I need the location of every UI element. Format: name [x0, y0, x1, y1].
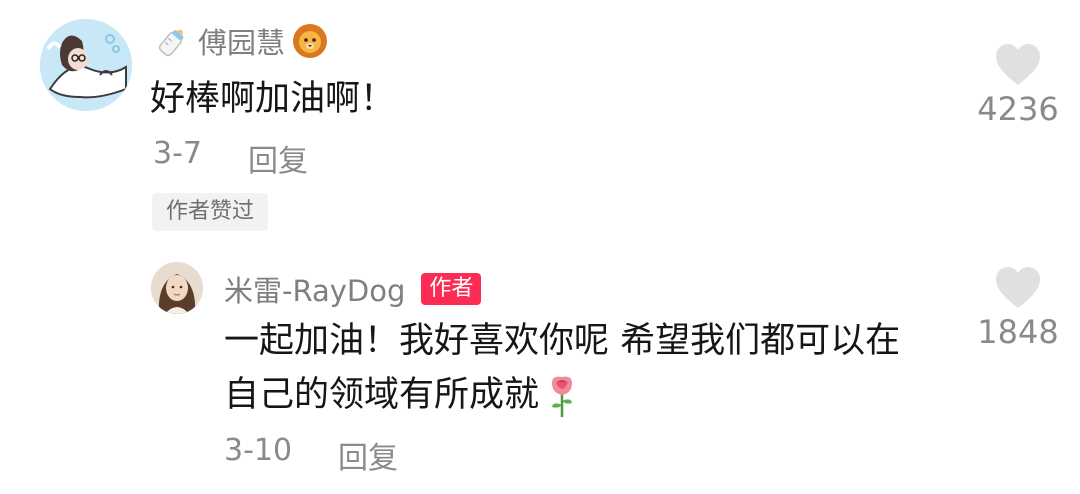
reply-button[interactable]: 回复: [248, 136, 308, 180]
comment-date: 3-10: [224, 433, 293, 468]
comment-author-name[interactable]: 米雷-RayDog 作者: [224, 268, 482, 310]
comment-author-name[interactable]: 傅园慧: [154, 21, 329, 61]
avatar[interactable]: [151, 262, 203, 314]
like-count: 1848: [977, 313, 1059, 351]
avatar[interactable]: [40, 19, 132, 111]
comment-text-line: 一起加油！我好喜欢你呢 希望我们都可以在: [224, 321, 901, 361]
username-text: 米雷-RayDog: [224, 274, 406, 308]
like-count: 4236: [977, 90, 1059, 128]
author-liked-badge: 作者赞过: [152, 193, 269, 231]
comment-date: 3-7: [153, 136, 202, 171]
author-badge: 作者: [421, 273, 482, 305]
reply-button[interactable]: 回复: [338, 433, 398, 477]
baby-bottle-icon: [158, 29, 184, 57]
heart-icon[interactable]: [994, 43, 1042, 87]
avatar-photo: [151, 262, 203, 314]
comment-text: 好棒啊加油啊！: [150, 79, 396, 119]
comment-text-segment: 自己的领域有所成就: [224, 375, 540, 415]
username-text: 傅园慧: [198, 26, 286, 60]
lion-face-icon: [293, 24, 328, 58]
avatar-illustration: [40, 19, 132, 111]
rose-icon: [552, 376, 573, 417]
comment-text-line: 自己的领域有所成就: [224, 368, 579, 422]
heart-icon[interactable]: [994, 266, 1042, 310]
